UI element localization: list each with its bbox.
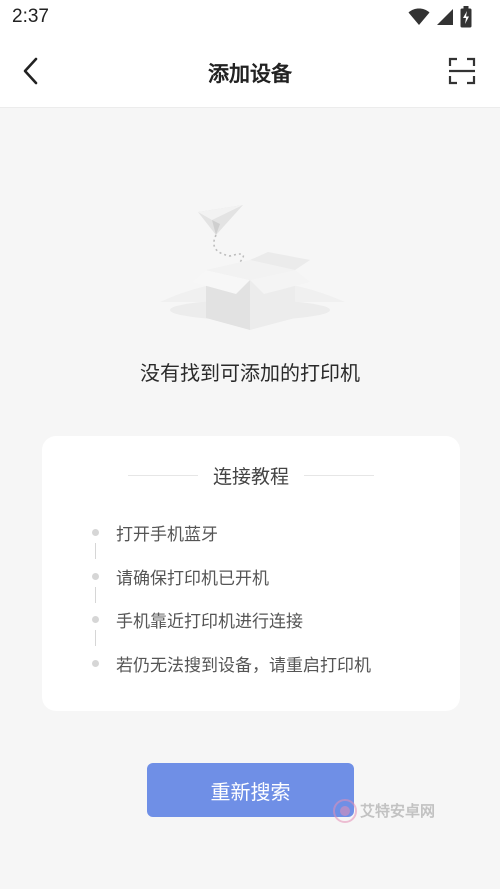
wifi-icon [408, 8, 430, 25]
step-text: 若仍无法搜到设备，请重启打印机 [116, 655, 371, 676]
battery-charging-icon [460, 6, 472, 28]
app-header: 添加设备 [0, 34, 500, 108]
step-dot-icon [92, 616, 99, 623]
step-text: 请确保打印机已开机 [116, 568, 269, 589]
status-time: 2:37 [12, 6, 49, 27]
step-dot-icon [92, 659, 99, 667]
step-text: 手机靠近打印机进行连接 [116, 612, 303, 632]
divider-right [304, 475, 374, 476]
empty-state-message: 没有找到可添加的打印机 [140, 361, 360, 385]
watermark-logo-icon [333, 799, 357, 823]
empty-illustration [150, 190, 350, 340]
watermark: 艾特安卓网 [332, 798, 472, 828]
step-connector [95, 586, 96, 603]
cellular-signal-icon [437, 9, 453, 25]
research-button[interactable]: 重新搜索 [147, 763, 354, 817]
tutorial-title: 连接教程 [212, 466, 289, 488]
step-connector [95, 543, 96, 559]
scan-button[interactable] [448, 57, 476, 85]
page-title: 添加设备 [208, 62, 292, 86]
empty-box-icon [160, 205, 345, 330]
step-dot-icon [92, 529, 99, 536]
scan-icon [448, 57, 476, 85]
tutorial-title-row: 连接教程 [42, 462, 460, 488]
status-bar: 2:37 [0, 0, 500, 34]
watermark-text: 艾特安卓网 [360, 802, 436, 820]
step-text: 打开手机蓝牙 [116, 525, 218, 545]
step-connector [95, 630, 96, 646]
step-dot-icon [92, 572, 99, 580]
tutorial-card: 连接教程 打开手机蓝牙 请确保打印机已开机 手机靠近打印机进行连接 若仍无法搜到… [42, 436, 460, 711]
status-icons [408, 6, 472, 28]
